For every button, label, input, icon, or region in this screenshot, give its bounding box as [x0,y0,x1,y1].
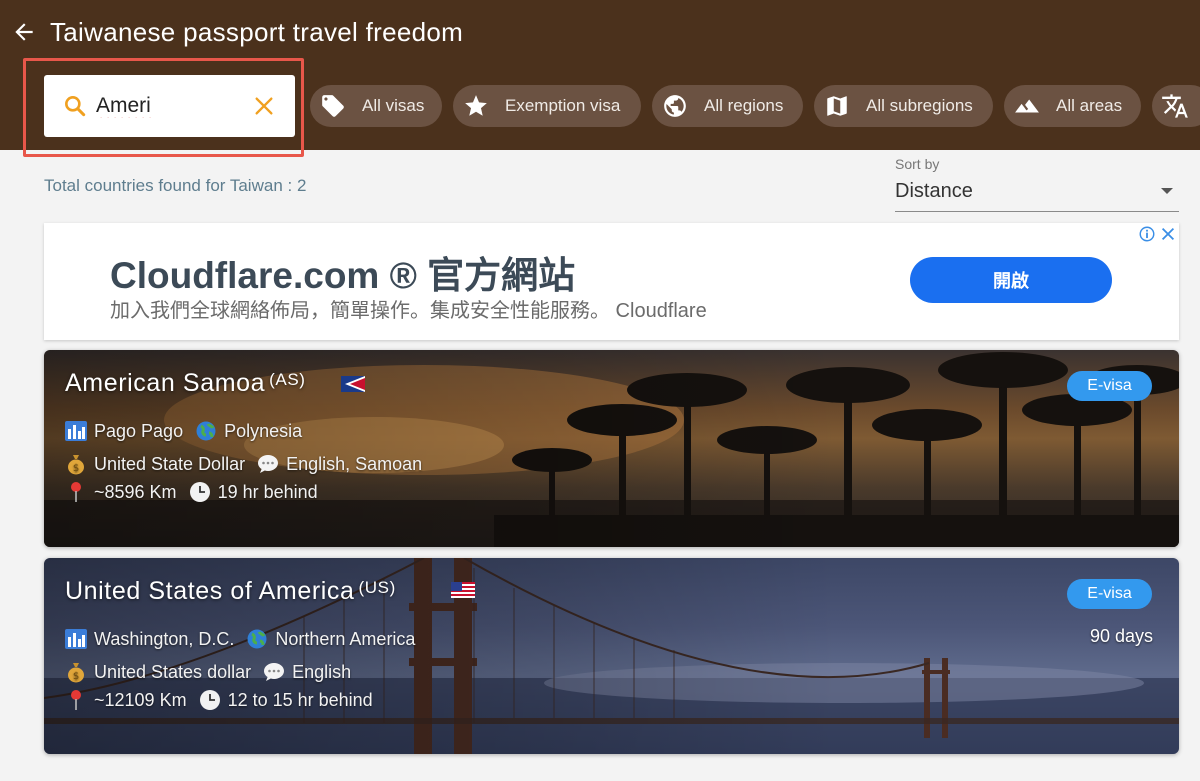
american-samoa-flag-icon [341,376,365,392]
translate-icon [1160,91,1190,121]
pin-icon [65,689,87,711]
country-card-united-states[interactable]: United States of America (US) Washington,… [44,558,1179,754]
sort-label: Sort by [895,156,940,172]
filter-chip-exemption-visa[interactable]: Exemption visa [453,85,641,127]
country-code: (AS) [269,370,306,389]
country-info-row: ~8596 Km 19 hr behind [65,481,318,503]
city-icon [65,628,87,650]
clock-icon [199,689,221,711]
country-card-american-samoa[interactable]: American Samoa (AS) Pago Pago Polynesia $… [44,350,1179,547]
capital: Washington, D.C. [94,628,235,649]
time-difference: 19 hr behind [217,481,318,502]
country-info-row: $ United State Dollar English, Samoan [65,453,422,475]
filter-chip-label: Exemption visa [505,96,621,115]
currency: United States dollar [94,661,252,682]
app-bar: Taiwanese passport travel freedom [0,0,1200,64]
languages: English, Samoan [286,453,423,474]
ad-headline: Cloudflare.com ® 官方網站 [110,255,576,296]
tag-icon [318,91,348,121]
ad-banner[interactable]: Cloudflare.com ® 官方網站 加入我們全球網絡佈局，簡單操作。集成… [44,223,1179,340]
ad-info-icon[interactable] [1138,225,1156,243]
country-info-row: ~12109 Km 12 to 15 hr behind [65,689,373,711]
filter-chip-subregions[interactable]: All subregions [814,85,993,127]
country-name-text: United States of America [65,577,355,605]
distance: ~8596 Km [94,481,177,502]
distance: ~12109 Km [94,689,187,710]
visa-badge: E-visa [1067,371,1152,401]
svg-text:$: $ [73,463,79,474]
globe-icon [660,91,690,121]
search-field[interactable] [44,75,295,137]
search-icon [62,92,90,120]
money-bag-icon: $ [65,661,87,683]
svg-text:$: $ [73,671,79,682]
filter-chip-areas[interactable]: All areas [1004,85,1141,127]
search-input[interactable] [96,94,236,118]
filter-chip-visas[interactable]: All visas [310,85,442,127]
usa-flag-icon [451,582,475,598]
region: Polynesia [224,420,303,441]
back-arrow-icon [15,23,33,41]
country-name: United States of America (US) [65,577,396,606]
filter-chip-label: All subregions [866,96,973,115]
filter-chip-regions[interactable]: All regions [652,85,803,127]
clear-search-icon[interactable] [250,92,278,120]
capital: Pago Pago [94,420,184,441]
region: Northern America [275,628,416,649]
star-icon [461,91,491,121]
country-info-row: $ United States dollar English [65,661,351,683]
language-chip[interactable] [1152,85,1200,127]
sort-select[interactable]: Distance [895,176,1179,212]
speech-bubble-icon [257,453,279,475]
ad-close-icon[interactable] [1159,225,1177,243]
pin-icon [65,481,87,503]
city-icon [65,420,87,442]
mountain-icon [1012,91,1042,121]
filter-chip-label: All areas [1056,96,1123,115]
money-bag-icon: $ [65,453,87,475]
currency: United State Dollar [94,453,246,474]
globe-icon [246,628,268,650]
languages: English [292,661,352,682]
results-count: Total countries found for Taiwan : 2 [44,176,307,195]
ad-subtext: 加入我們全球網絡佈局，簡單操作。集成安全性能服務。 Cloudflare [110,300,707,322]
filter-chip-label: All visas [362,96,425,115]
stay-duration: 90 days [1089,626,1153,646]
page-title: Taiwanese passport travel freedom [50,16,464,47]
country-name-text: American Samoa [65,369,266,397]
speech-bubble-icon [263,661,285,683]
filter-chip-label: All regions [704,96,784,115]
clock-icon [189,481,211,503]
map-icon [822,91,852,121]
dropdown-caret-icon [1161,188,1173,194]
country-info-row: Washington, D.C. Northern America [65,628,415,650]
back-button[interactable] [2,10,46,54]
country-name: American Samoa (AS) [65,369,306,398]
country-code: (US) [358,578,396,597]
globe-icon [195,420,217,442]
sort-value: Distance [895,180,973,202]
time-difference: 12 to 15 hr behind [227,689,373,710]
country-info-row: Pago Pago Polynesia [65,420,302,442]
ad-open-button[interactable]: 開啟 [910,257,1112,303]
visa-badge: E-visa [1067,579,1152,609]
